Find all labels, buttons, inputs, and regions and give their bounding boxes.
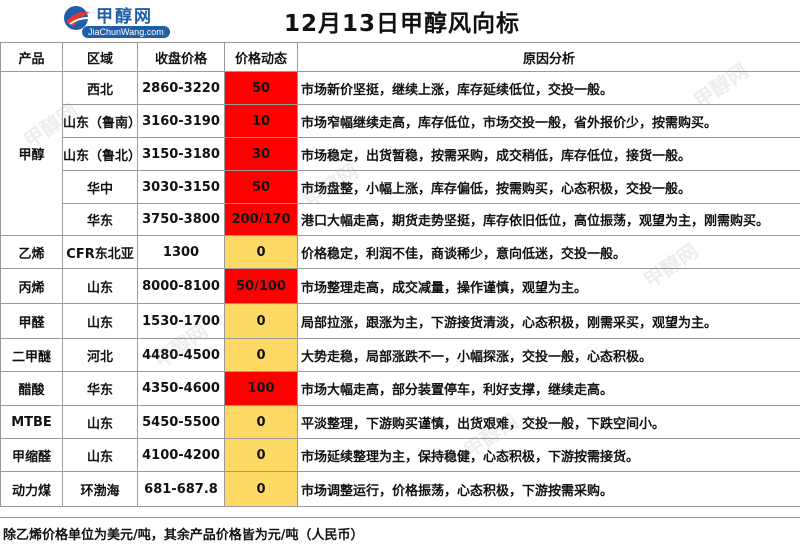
product-cell: 甲醇 xyxy=(1,72,63,236)
region-cell: 山东 xyxy=(63,439,138,472)
region-cell: 西北 xyxy=(63,72,138,105)
change-cell: 10 xyxy=(225,105,298,138)
change-cell: 0 xyxy=(225,236,298,269)
reason-cell: 平淡整理，下游购买谨慎，出货艰难，交投一般，下跌空间小。 xyxy=(298,406,800,439)
reason-cell: 港口大幅走高，期货走势坚挺，库存依旧低位，高位振荡，观望为主，刚需购买。 xyxy=(298,204,800,236)
region-cell: 山东（鲁南） xyxy=(63,105,138,138)
price-cell: 4100-4200 xyxy=(138,439,225,472)
reason-cell: 局部拉涨，跟涨为主，下游接货清淡，心态积极，刚需采买，观望为主。 xyxy=(298,304,800,339)
price-cell: 5450-5500 xyxy=(138,406,225,439)
price-cell: 1530-1700 xyxy=(138,304,225,339)
table-row: 甲醇西北2860-322050市场新价坚挺，继续上涨，库存延续低位，交投一般。 xyxy=(1,72,800,105)
change-cell: 50 xyxy=(225,72,298,105)
region-cell: CFR东北亚 xyxy=(63,236,138,269)
logo: 甲醇网 JiaChunWang.com xyxy=(60,2,190,40)
table-row: MTBE山东5450-55000平淡整理，下游购买谨慎，出货艰难，交投一般，下跌… xyxy=(1,406,800,439)
reason-cell: 市场新价坚挺，继续上涨，库存延续低位，交投一般。 xyxy=(298,72,800,105)
region-cell: 华东 xyxy=(63,204,138,236)
region-cell: 山东 xyxy=(63,269,138,304)
price-cell: 2860-3220 xyxy=(138,72,225,105)
reason-cell: 市场调整运行，价格振荡，心态积极，下游按需采购。 xyxy=(298,472,800,507)
table-row: 山东（鲁南）3160-319010市场窄幅继续走高，库存低位，市场交投一般，省外… xyxy=(1,105,800,138)
reason-cell: 市场大幅走高，部分装置停车，利好支撑，继续走高。 xyxy=(298,372,800,406)
column-header: 收盘价格 xyxy=(138,43,225,72)
reason-cell: 市场窄幅继续走高，库存低位，市场交投一般，省外报价少，按需购买。 xyxy=(298,105,800,138)
price-cell: 3030-3150 xyxy=(138,171,225,204)
reason-cell: 市场稳定，出货暂稳，按需采购，成交稍低，库存低位，接货一般。 xyxy=(298,138,800,171)
change-cell: 100 xyxy=(225,372,298,406)
table-row: 乙烯CFR东北亚13000价格稳定，利润不佳，商谈稀少，意向低迷，交投一般。 xyxy=(1,236,800,269)
table-row: 二甲醚河北4480-45000大势走稳，局部涨跌不一，小幅探涨，交投一般，心态积… xyxy=(1,339,800,372)
table-row: 山东（鲁北）3150-318030市场稳定，出货暂稳，按需采购，成交稍低，库存低… xyxy=(1,138,800,171)
region-cell: 山东（鲁北） xyxy=(63,138,138,171)
region-cell: 环渤海 xyxy=(63,472,138,507)
table-header-row: 产品 区域 收盘价格 价格动态 原因分析 xyxy=(1,43,800,72)
price-cell: 3160-3190 xyxy=(138,105,225,138)
product-cell: MTBE xyxy=(1,406,63,439)
footer-text: 除乙烯价格单位为美元/吨，其余产品价格皆为元/吨（人民币） xyxy=(3,524,364,543)
column-header: 产品 xyxy=(1,43,63,72)
change-cell: 0 xyxy=(225,304,298,339)
column-header: 区域 xyxy=(63,43,138,72)
footer-note: 除乙烯价格单位为美元/吨，其余产品价格皆为元/吨（人民币） xyxy=(0,517,800,548)
page-title: 12月13日甲醇风向标 xyxy=(232,4,572,38)
table-row: 甲醛山东1530-17000局部拉涨，跟涨为主，下游接货清淡，心态积极，刚需采买… xyxy=(1,304,800,339)
table-row: 丙烯山东8000-810050/100市场整理走高，成交减量，操作谨慎，观望为主… xyxy=(1,269,800,304)
change-cell: 200/170 xyxy=(225,204,298,236)
change-cell: 0 xyxy=(225,339,298,372)
region-cell: 山东 xyxy=(63,406,138,439)
region-cell: 山东 xyxy=(63,304,138,339)
product-cell: 丙烯 xyxy=(1,269,63,304)
reason-cell: 大势走稳，局部涨跌不一，小幅探涨，交投一般，心态积极。 xyxy=(298,339,800,372)
change-cell: 0 xyxy=(225,439,298,472)
product-cell: 甲醛 xyxy=(1,304,63,339)
header: 甲醇网 JiaChunWang.com 12月13日甲醇风向标 xyxy=(0,0,800,42)
price-cell: 3150-3180 xyxy=(138,138,225,171)
reason-cell: 市场盘整，小幅上涨，库存偏低，按需购买，心态积极，交投一般。 xyxy=(298,171,800,204)
product-cell: 乙烯 xyxy=(1,236,63,269)
logo-brand: 甲醇网 xyxy=(96,2,153,27)
change-cell: 50 xyxy=(225,171,298,204)
region-cell: 华东 xyxy=(63,372,138,406)
change-cell: 0 xyxy=(225,472,298,507)
region-cell: 华中 xyxy=(63,171,138,204)
product-cell: 二甲醚 xyxy=(1,339,63,372)
price-cell: 4480-4500 xyxy=(138,339,225,372)
reason-cell: 价格稳定，利润不佳，商谈稀少，意向低迷，交投一般。 xyxy=(298,236,800,269)
change-cell: 50/100 xyxy=(225,269,298,304)
page: 甲醇网 JiaChunWang.com 12月13日甲醇风向标 产品 区域 收盘… xyxy=(0,0,800,547)
product-cell: 甲缩醛 xyxy=(1,439,63,472)
reason-cell: 市场整理走高，成交减量，操作谨慎，观望为主。 xyxy=(298,269,800,304)
change-cell: 0 xyxy=(225,406,298,439)
region-cell: 河北 xyxy=(63,339,138,372)
table-row: 华中3030-315050市场盘整，小幅上涨，库存偏低，按需购买，心态积极，交投… xyxy=(1,171,800,204)
column-header: 价格动态 xyxy=(225,43,298,72)
table-row: 甲缩醛山东4100-42000市场延续整理为主，保持稳健，心态积极，下游按需接货… xyxy=(1,439,800,472)
table-row: 动力煤环渤海681-687.80市场调整运行，价格振荡，心态积极，下游按需采购。 xyxy=(1,472,800,507)
table-body: 甲醇西北2860-322050市场新价坚挺，继续上涨，库存延续低位，交投一般。山… xyxy=(1,72,800,507)
table-row: 醋酸华东4350-4600100市场大幅走高，部分装置停车，利好支撑，继续走高。 xyxy=(1,372,800,406)
price-table: 产品 区域 收盘价格 价格动态 原因分析 甲醇西北2860-322050市场新价… xyxy=(0,42,800,507)
product-cell: 醋酸 xyxy=(1,372,63,406)
price-cell: 3750-3800 xyxy=(138,204,225,236)
change-cell: 30 xyxy=(225,138,298,171)
price-cell: 1300 xyxy=(138,236,225,269)
price-cell: 681-687.8 xyxy=(138,472,225,507)
price-cell: 8000-8100 xyxy=(138,269,225,304)
reason-cell: 市场延续整理为主，保持稳健，心态积极，下游按需接货。 xyxy=(298,439,800,472)
product-cell: 动力煤 xyxy=(1,472,63,507)
table-row: 华东3750-3800200/170港口大幅走高，期货走势坚挺，库存依旧低位，高… xyxy=(1,204,800,236)
logo-site: JiaChunWang.com xyxy=(82,26,170,38)
price-cell: 4350-4600 xyxy=(138,372,225,406)
column-header: 原因分析 xyxy=(298,43,800,72)
